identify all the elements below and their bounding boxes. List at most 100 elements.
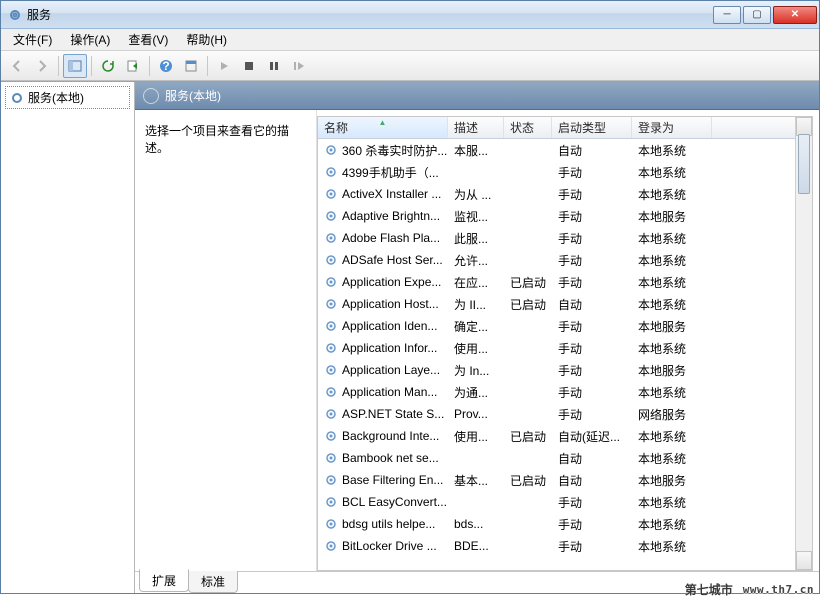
- table-row[interactable]: ADSafe Host Ser...允许...手动本地系统: [318, 249, 795, 271]
- stop-service-button[interactable]: [237, 54, 261, 78]
- gear-icon: [324, 165, 338, 179]
- cell-startup: 手动: [552, 252, 632, 269]
- table-row[interactable]: BCL EasyConvert...手动本地系统: [318, 491, 795, 513]
- table-row[interactable]: Adaptive Brightn...监视...手动本地服务: [318, 205, 795, 227]
- table-row[interactable]: Background Inte...使用...已启动自动(延迟...本地系统: [318, 425, 795, 447]
- cell-startup: 手动: [552, 494, 632, 511]
- cell-name: Bambook net se...: [318, 451, 448, 465]
- cell-startup: 自动: [552, 296, 632, 313]
- table-row[interactable]: ASP.NET State S...Prov...手动网络服务: [318, 403, 795, 425]
- table-row[interactable]: BitLocker Drive ...BDE...手动本地系统: [318, 535, 795, 557]
- cell-desc: 使用...: [448, 340, 504, 357]
- pause-service-button[interactable]: [262, 54, 286, 78]
- table-row[interactable]: ActiveX Installer ...为从 ...手动本地系统: [318, 183, 795, 205]
- menu-help[interactable]: 帮助(H): [178, 29, 235, 50]
- window-title: 服务: [27, 6, 713, 23]
- table-row[interactable]: Application Laye...为 In...手动本地服务: [318, 359, 795, 381]
- cell-desc: 本服...: [448, 142, 504, 159]
- menu-view[interactable]: 查看(V): [120, 29, 176, 50]
- cell-logon: 本地服务: [632, 472, 712, 489]
- table-row[interactable]: 360 杀毒实时防护...本服...自动本地系统: [318, 139, 795, 161]
- separator: [58, 56, 59, 76]
- cell-desc: 使用...: [448, 428, 504, 445]
- tab-standard[interactable]: 标准: [188, 571, 238, 593]
- table-row[interactable]: Application Host...为 II...已启动自动本地系统: [318, 293, 795, 315]
- column-header-4[interactable]: 登录为: [632, 117, 712, 138]
- cell-name: Application Laye...: [318, 363, 448, 377]
- description-pane: 选择一个项目来查看它的描述。: [135, 110, 317, 571]
- cell-desc: 为 II...: [448, 296, 504, 313]
- minimize-button[interactable]: ─: [713, 6, 741, 24]
- gear-icon: [324, 297, 338, 311]
- cell-logon: 网络服务: [632, 406, 712, 423]
- service-rows[interactable]: 360 杀毒实时防护...本服...自动本地系统4399手机助手（...手动本地…: [318, 139, 795, 570]
- list-header-bar: 服务(本地): [135, 82, 819, 110]
- export-list-button[interactable]: [121, 54, 145, 78]
- table-row[interactable]: Bambook net se...自动本地系统: [318, 447, 795, 469]
- column-header-1[interactable]: 描述: [448, 117, 504, 138]
- table-row[interactable]: Application Man...为通...手动本地系统: [318, 381, 795, 403]
- gear-icon: [324, 231, 338, 245]
- description-hint: 选择一个项目来查看它的描述。: [145, 122, 306, 156]
- help-button[interactable]: ?: [154, 54, 178, 78]
- service-list[interactable]: 名称▲描述状态启动类型登录为 360 杀毒实时防护...本服...自动本地系统4…: [318, 117, 795, 570]
- table-row[interactable]: Application Expe...在应...已启动手动本地系统: [318, 271, 795, 293]
- cell-name: Base Filtering En...: [318, 473, 448, 487]
- cell-startup: 手动: [552, 230, 632, 247]
- cell-startup: 手动: [552, 516, 632, 533]
- vertical-scrollbar[interactable]: [795, 117, 812, 570]
- watermark-url: www.th7.cn: [743, 583, 814, 596]
- separator: [91, 56, 92, 76]
- titlebar[interactable]: 服务 ─ ▢ ✕: [1, 1, 819, 29]
- table-row[interactable]: Application Iden...确定...手动本地服务: [318, 315, 795, 337]
- restart-service-button[interactable]: [287, 54, 311, 78]
- tab-extended[interactable]: 扩展: [139, 569, 189, 592]
- content-area: 选择一个项目来查看它的描述。 名称▲描述状态启动类型登录为 360 杀毒实时防护…: [135, 110, 819, 571]
- table-row[interactable]: Base Filtering En...基本...已启动自动本地服务: [318, 469, 795, 491]
- separator: [149, 56, 150, 76]
- menu-action[interactable]: 操作(A): [62, 29, 118, 50]
- menubar: 文件(F) 操作(A) 查看(V) 帮助(H): [1, 29, 819, 51]
- cell-status: 已启动: [504, 428, 552, 445]
- maximize-button[interactable]: ▢: [743, 6, 771, 24]
- cell-startup: 手动: [552, 164, 632, 181]
- cell-startup: 手动: [552, 186, 632, 203]
- gear-icon: [324, 451, 338, 465]
- cell-desc: BDE...: [448, 539, 504, 553]
- cell-logon: 本地系统: [632, 296, 712, 313]
- table-row[interactable]: 4399手机助手（...手动本地系统: [318, 161, 795, 183]
- column-header-0[interactable]: 名称▲: [318, 117, 448, 138]
- cell-name: bdsg utils helpe...: [318, 517, 448, 531]
- show-hide-tree-button[interactable]: [63, 54, 87, 78]
- cell-startup: 手动: [552, 318, 632, 335]
- cell-desc: 为通...: [448, 384, 504, 401]
- gear-icon: [10, 91, 24, 105]
- tree-root-services-local[interactable]: 服务(本地): [5, 86, 130, 109]
- close-button[interactable]: ✕: [773, 6, 817, 24]
- cell-startup: 手动: [552, 208, 632, 225]
- gear-icon: [324, 363, 338, 377]
- table-row[interactable]: Adobe Flash Pla...此服...手动本地系统: [318, 227, 795, 249]
- properties-button[interactable]: [179, 54, 203, 78]
- cell-name: Background Inte...: [318, 429, 448, 443]
- cell-logon: 本地服务: [632, 208, 712, 225]
- cell-name: ADSafe Host Ser...: [318, 253, 448, 267]
- cell-status: 已启动: [504, 274, 552, 291]
- table-row[interactable]: Application Infor...使用...手动本地系统: [318, 337, 795, 359]
- cell-name: Application Host...: [318, 297, 448, 311]
- window-buttons: ─ ▢ ✕: [713, 6, 817, 24]
- cell-status: 已启动: [504, 472, 552, 489]
- menu-file[interactable]: 文件(F): [5, 29, 60, 50]
- forward-button[interactable]: [30, 54, 54, 78]
- cell-logon: 本地系统: [632, 186, 712, 203]
- refresh-button[interactable]: [96, 54, 120, 78]
- tree-pane[interactable]: 服务(本地): [1, 82, 135, 593]
- back-button[interactable]: [5, 54, 29, 78]
- column-header-3[interactable]: 启动类型: [552, 117, 632, 138]
- column-header-2[interactable]: 状态: [504, 117, 552, 138]
- start-service-button[interactable]: [212, 54, 236, 78]
- cell-desc: 基本...: [448, 472, 504, 489]
- table-row[interactable]: bdsg utils helpe...bds...手动本地系统: [318, 513, 795, 535]
- cell-logon: 本地系统: [632, 450, 712, 467]
- scrollbar-thumb[interactable]: [798, 134, 810, 194]
